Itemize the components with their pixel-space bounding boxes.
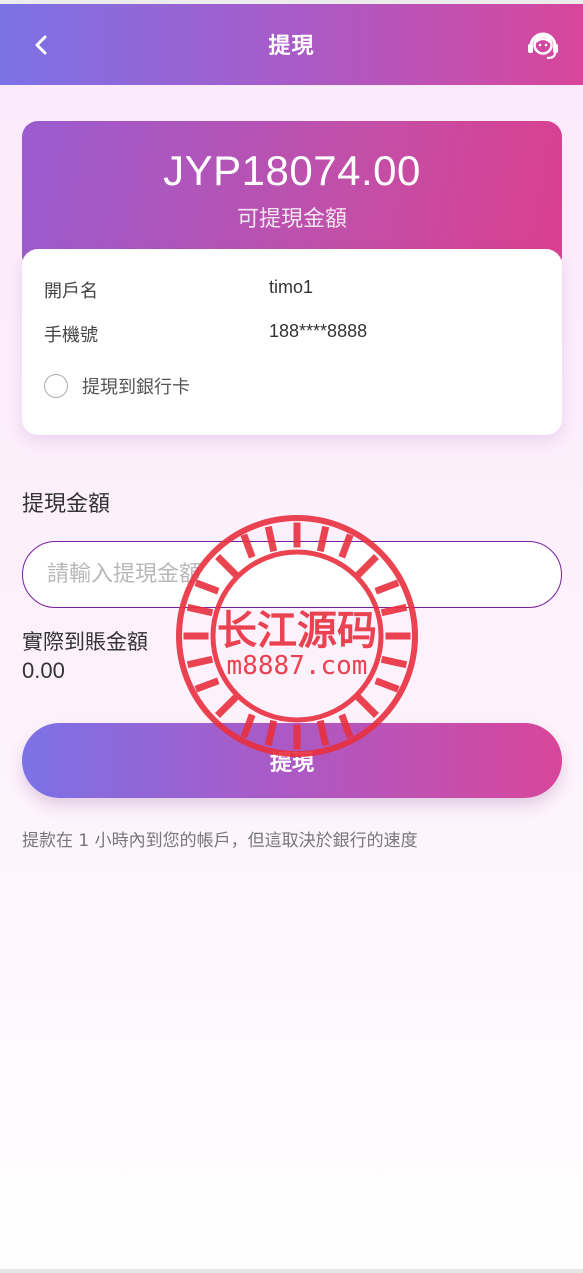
customer-service-button[interactable] bbox=[525, 26, 561, 62]
watermark-url: m8887.com bbox=[227, 651, 368, 681]
withdraw-note: 提款在 1 小時內到您的帳戶，但這取決於銀行的速度 bbox=[22, 831, 418, 851]
withdraw-to-bank-option[interactable]: 提現到銀行卡 bbox=[44, 373, 190, 399]
actual-amount-value: 0.00 bbox=[22, 658, 65, 683]
phone-label: 手機號 bbox=[44, 325, 98, 346]
actual-amount-label: 實際到賬金額 bbox=[22, 630, 148, 654]
header-bar: 提現 bbox=[0, 4, 583, 85]
phone-value: 188****8888 bbox=[269, 321, 368, 341]
withdraw-to-bank-label: 提現到銀行卡 bbox=[82, 377, 190, 398]
account-info-card: 開戶名 timo1 手機號 188****8888 提現到銀行卡 bbox=[22, 249, 562, 435]
page-title: 提現 bbox=[268, 34, 315, 59]
balance-label: 可提現金額 bbox=[236, 207, 347, 232]
radio-button[interactable] bbox=[44, 374, 68, 398]
balance-amount: JYP18074.00 bbox=[163, 147, 421, 194]
headset-support-icon bbox=[528, 32, 558, 60]
bottom-divider bbox=[0, 1269, 583, 1273]
withdraw-amount-input[interactable] bbox=[22, 541, 562, 608]
watermark-title: 长江源码 bbox=[217, 608, 377, 654]
account-name-value: timo1 bbox=[269, 277, 314, 297]
account-name-label: 開戶名 bbox=[44, 281, 98, 302]
amount-section-title: 提現金額 bbox=[22, 492, 111, 517]
withdraw-submit-button[interactable]: 提現 bbox=[22, 723, 562, 798]
